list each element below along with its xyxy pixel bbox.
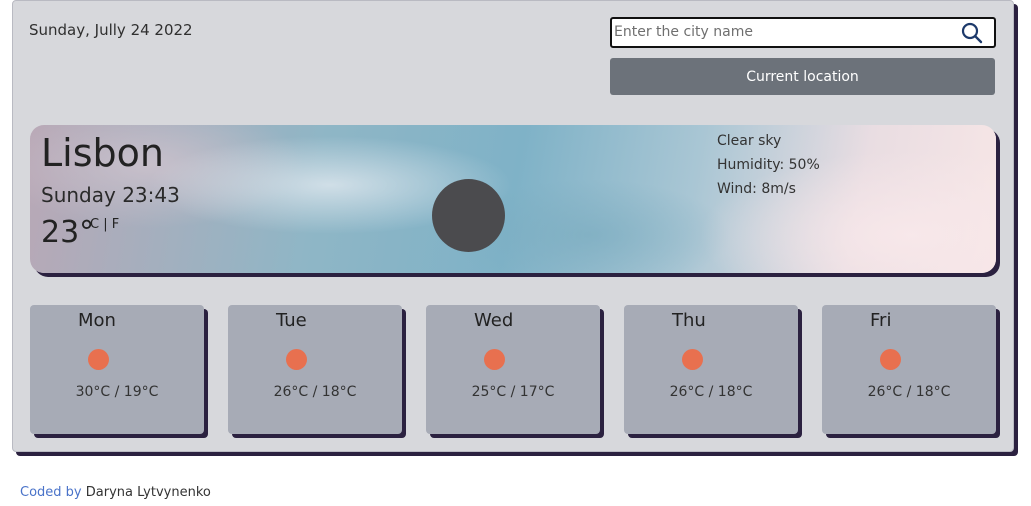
city-search-input[interactable] [612,19,954,44]
sun-icon [286,349,307,370]
sun-icon [682,349,703,370]
sun-icon [88,349,109,370]
search-icon[interactable] [960,21,984,45]
city-name: Lisbon [41,131,164,175]
forecast-card: Tue 26°C / 18°C [228,305,402,434]
current-temperature: 23° [41,215,95,250]
day-time: Sunday 23:43 [41,183,180,207]
author-name: Daryna Lytvynenko [85,485,211,500]
sun-icon [880,349,901,370]
forecast-day: Thu [672,310,706,331]
fahrenheit-link[interactable]: F [112,217,119,232]
footer: Coded by Daryna Lytvynenko [20,485,211,500]
unit-toggle: C | F [90,217,119,232]
forecast-temps: 26°C / 18°C [669,384,753,400]
forecast-card: Thu 26°C / 18°C [624,305,798,434]
search-form [610,17,996,48]
weather-app: Sunday, Jully 24 2022 Current location L… [12,0,1014,452]
forecast-card: Mon 30°C / 19°C [30,305,204,434]
humidity: Humidity: 50% [717,157,820,173]
celsius-link[interactable]: C [90,217,99,232]
forecast-card: Fri 26°C / 18°C [822,305,996,434]
forecast-temps: 26°C / 18°C [867,384,951,400]
unit-separator: | [103,217,108,232]
wind: Wind: 8m/s [717,181,796,197]
current-weather-card: Lisbon Sunday 23:43 23° C | F Clear sky … [30,125,996,273]
forecast-temps: 25°C / 17°C [471,384,555,400]
forecast-temps: 30°C / 19°C [75,384,159,400]
forecast-card: Wed 25°C / 17°C [426,305,600,434]
forecast-temps: 26°C / 18°C [273,384,357,400]
forecast-day: Wed [474,310,514,331]
current-location-button[interactable]: Current location [610,58,995,95]
current-date: Sunday, Jully 24 2022 [29,21,193,39]
sun-icon [484,349,505,370]
forecast-day: Tue [276,310,307,331]
weather-details: Clear sky Humidity: 50% Wind: 8m/s [717,129,820,201]
forecast-day: Fri [870,310,892,331]
forecast-day: Mon [78,310,116,331]
weather-description: Clear sky [717,133,782,149]
source-code-link[interactable]: Coded by [20,485,82,500]
moon-icon [432,179,505,252]
